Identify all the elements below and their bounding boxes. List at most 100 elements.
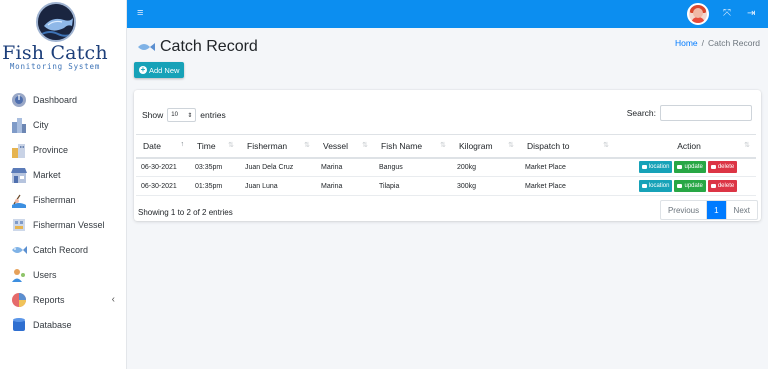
column-header-date[interactable]: Date ↑ [136,134,190,159]
map-icon [641,165,647,170]
sidebar-item-label: Fisherman [33,194,76,205]
trash-icon [710,165,716,170]
cell-vessel: Marina [316,157,374,177]
page-title: Catch Record [160,38,258,55]
sidebar-item-dashboard[interactable]: Dashboard [0,87,127,112]
fish-logo-icon [36,2,76,42]
fish-icon [11,242,27,258]
sidebar-item-label: City [33,119,49,130]
table-header-row: Date ↑ Time ⇅ Fisherman ⇅ Vessel ⇅ Fish Name… [136,134,756,159]
catch-record-card: Show 10 ⇕ entries Search: Date ↑ Time ⇅ Fi… [134,90,761,221]
chevron-left-icon[interactable]: ‹ [112,294,115,305]
pagination-page-1[interactable]: 1 [706,201,726,219]
breadcrumb-separator: / [701,38,705,48]
cell-kilogram: 200kg [452,157,520,177]
cell-actions: location update delete [615,176,756,196]
fish-icon [138,43,155,51]
update-button[interactable]: update [674,180,706,192]
sort-icon: ⇅ [228,142,234,149]
cell-date: 06-30-2021 [136,176,190,196]
reports-icon [11,292,27,308]
update-button[interactable]: update [674,161,706,174]
city-icon [11,117,27,133]
brand-subtitle: Monitoring System [9,62,101,71]
brand-title: Fish Catch [2,42,108,64]
sidebar-item-label: Fisherman Vessel [33,219,105,230]
entries-select[interactable]: 10 ⇕ [167,108,197,122]
sidebar-item-fisherman[interactable]: Fisherman [0,187,127,212]
sidebar-item-province[interactable]: Province [0,137,127,162]
column-header-fish-name[interactable]: Fish Name ⇅ [374,134,452,159]
sidebar-item-users[interactable]: Users [0,262,127,287]
trash-icon [710,184,716,188]
search-input[interactable] [660,105,752,121]
fisherman-icon [11,192,27,208]
column-header-vessel[interactable]: Vessel ⇅ [316,134,374,159]
add-new-label: Add New [149,65,180,75]
top-navbar: ≡ ⤧ ⇥ [127,0,768,28]
edit-icon [677,165,683,170]
cell-kilogram: 300kg [452,176,520,196]
sidebar-item-label: Database [33,319,72,330]
cell-vessel: Marina [316,176,374,196]
select-arrows-icon: ⇕ [187,112,193,119]
column-header-fisherman[interactable]: Fisherman ⇅ [240,134,316,159]
cell-dispatch: Market Place [520,157,615,177]
sidebar: Fish Catch Monitoring System Dashboard C… [0,0,127,369]
sidebar-item-label: Reports [33,294,65,305]
column-header-action[interactable]: Action ⇅ [615,134,756,159]
sort-icon: ⇅ [440,142,446,149]
table-info: Showing 1 to 2 of 2 entries [138,208,233,217]
sort-icon: ⇅ [362,142,368,149]
sidebar-item-catch-record[interactable]: Catch Record [0,237,127,262]
pagination-next[interactable]: Next [725,201,757,219]
table-row: 06-30-2021 03:35pm Juan Dela Cruz Marina… [136,157,756,177]
column-header-kilogram[interactable]: Kilogram ⇅ [452,134,520,159]
sort-icon: ⇅ [508,142,514,149]
menu-toggle-icon[interactable]: ≡ [137,7,143,19]
breadcrumb-home-link[interactable]: Home [675,38,698,48]
delete-button[interactable]: delete [707,161,738,174]
logout-icon[interactable]: ⇥ [747,8,755,19]
brand[interactable]: Fish Catch Monitoring System [0,0,126,80]
fullscreen-icon[interactable]: ⤧ [723,8,731,19]
sidebar-item-label: Users [33,269,57,280]
add-new-button[interactable]: + Add New [134,62,185,78]
table-row: 06-30-2021 01:35pm Juan Luna Marina Tila… [136,176,756,196]
location-button[interactable]: location [638,180,673,192]
sidebar-item-label: Catch Record [33,244,89,255]
catch-record-table: Date ↑ Time ⇅ Fisherman ⇅ Vessel ⇅ Fish Name… [136,134,756,196]
show-label: Show [142,110,164,120]
sidebar-nav: Dashboard City Province Market Fisherman [0,87,127,337]
sidebar-item-city[interactable]: City [0,112,127,137]
cell-dispatch: Market Place [520,176,615,196]
sidebar-item-database[interactable]: Database [0,312,127,337]
column-header-time[interactable]: Time ⇅ [190,134,240,159]
sort-icon: ⇅ [603,142,609,149]
sort-asc-icon: ↑ [180,141,185,148]
pagination-previous[interactable]: Previous [661,201,706,219]
plus-circle-icon: + [139,65,147,74]
sidebar-item-fisherman-vessel[interactable]: Fisherman Vessel [0,212,127,237]
dashboard-icon [11,92,27,108]
sidebar-item-market[interactable]: Market [0,162,127,187]
map-icon [641,184,647,188]
delete-button[interactable]: delete [707,180,738,192]
user-avatar[interactable] [687,3,709,25]
sidebar-item-reports[interactable]: Reports ‹ [0,287,127,312]
sidebar-item-label: Dashboard [33,94,78,105]
pagination: Previous 1 Next [659,200,758,220]
edit-icon [677,184,683,188]
entries-length-control: Show 10 ⇕ entries [142,108,226,122]
cell-date: 06-30-2021 [136,157,190,177]
users-icon [11,267,27,283]
province-icon [11,142,27,158]
vessel-icon [11,217,27,233]
cell-fisherman: Juan Luna [240,176,316,196]
location-button[interactable]: location [638,161,673,174]
sort-icon: ⇅ [304,142,310,149]
page-header: Catch Record [137,38,258,56]
breadcrumb-current: Catch Record [708,38,760,48]
column-header-dispatch-to[interactable]: Dispatch to ⇅ [520,134,615,159]
search-label: Search: [626,108,656,118]
